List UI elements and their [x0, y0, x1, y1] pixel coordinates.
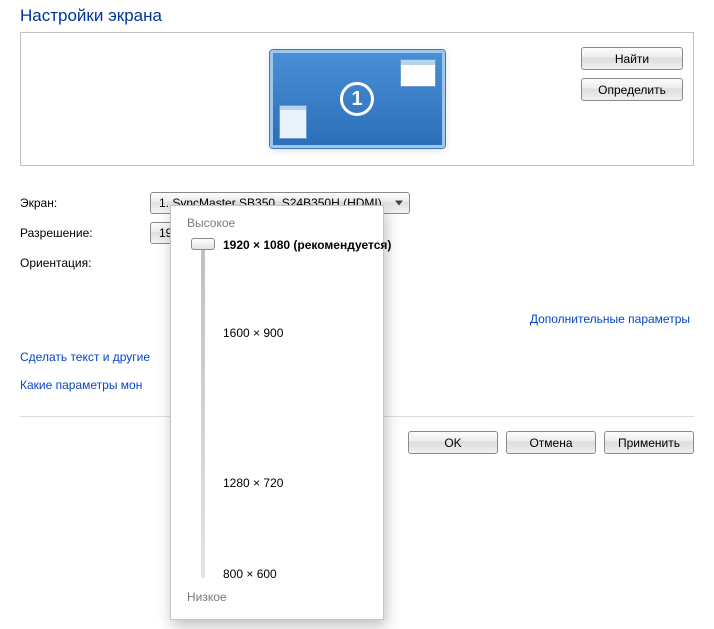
apply-button[interactable]: Применить [604, 431, 694, 454]
monitor-1[interactable]: 1 [270, 50, 445, 148]
resolution-option[interactable]: 1920 × 1080 (рекомендуется) [223, 238, 391, 252]
resolution-popup: Высокое 1920 × 1080 (рекомендуется)1600 … [170, 205, 384, 620]
monitor-number: 1 [340, 82, 374, 116]
advanced-settings-link[interactable]: Дополнительные параметры [530, 312, 690, 326]
monitor-preview-box: 1 Найти Определить [20, 32, 694, 166]
monitor-win-icon [400, 59, 436, 87]
orientation-label: Ориентация: [20, 256, 150, 270]
resolution-low-label: Низкое [187, 590, 371, 604]
resolution-option[interactable]: 1280 × 720 [223, 476, 283, 490]
resolution-option[interactable]: 1600 × 900 [223, 326, 283, 340]
slider-track [201, 242, 205, 578]
ok-button[interactable]: OK [408, 431, 498, 454]
page-title: Настройки экрана [20, 6, 694, 26]
resolution-option[interactable]: 800 × 600 [223, 567, 277, 581]
monitor-win-icon [279, 105, 307, 139]
chevron-down-icon [395, 201, 403, 206]
resolution-high-label: Высокое [187, 216, 371, 230]
identify-button[interactable]: Определить [581, 78, 683, 101]
resolution-slider[interactable]: 1920 × 1080 (рекомендуется)1600 × 900128… [197, 236, 371, 584]
slider-thumb[interactable] [191, 238, 215, 250]
find-button[interactable]: Найти [581, 47, 683, 70]
cancel-button[interactable]: Отмена [506, 431, 596, 454]
screen-label: Экран: [20, 196, 150, 210]
resolution-label: Разрешение: [20, 226, 150, 240]
